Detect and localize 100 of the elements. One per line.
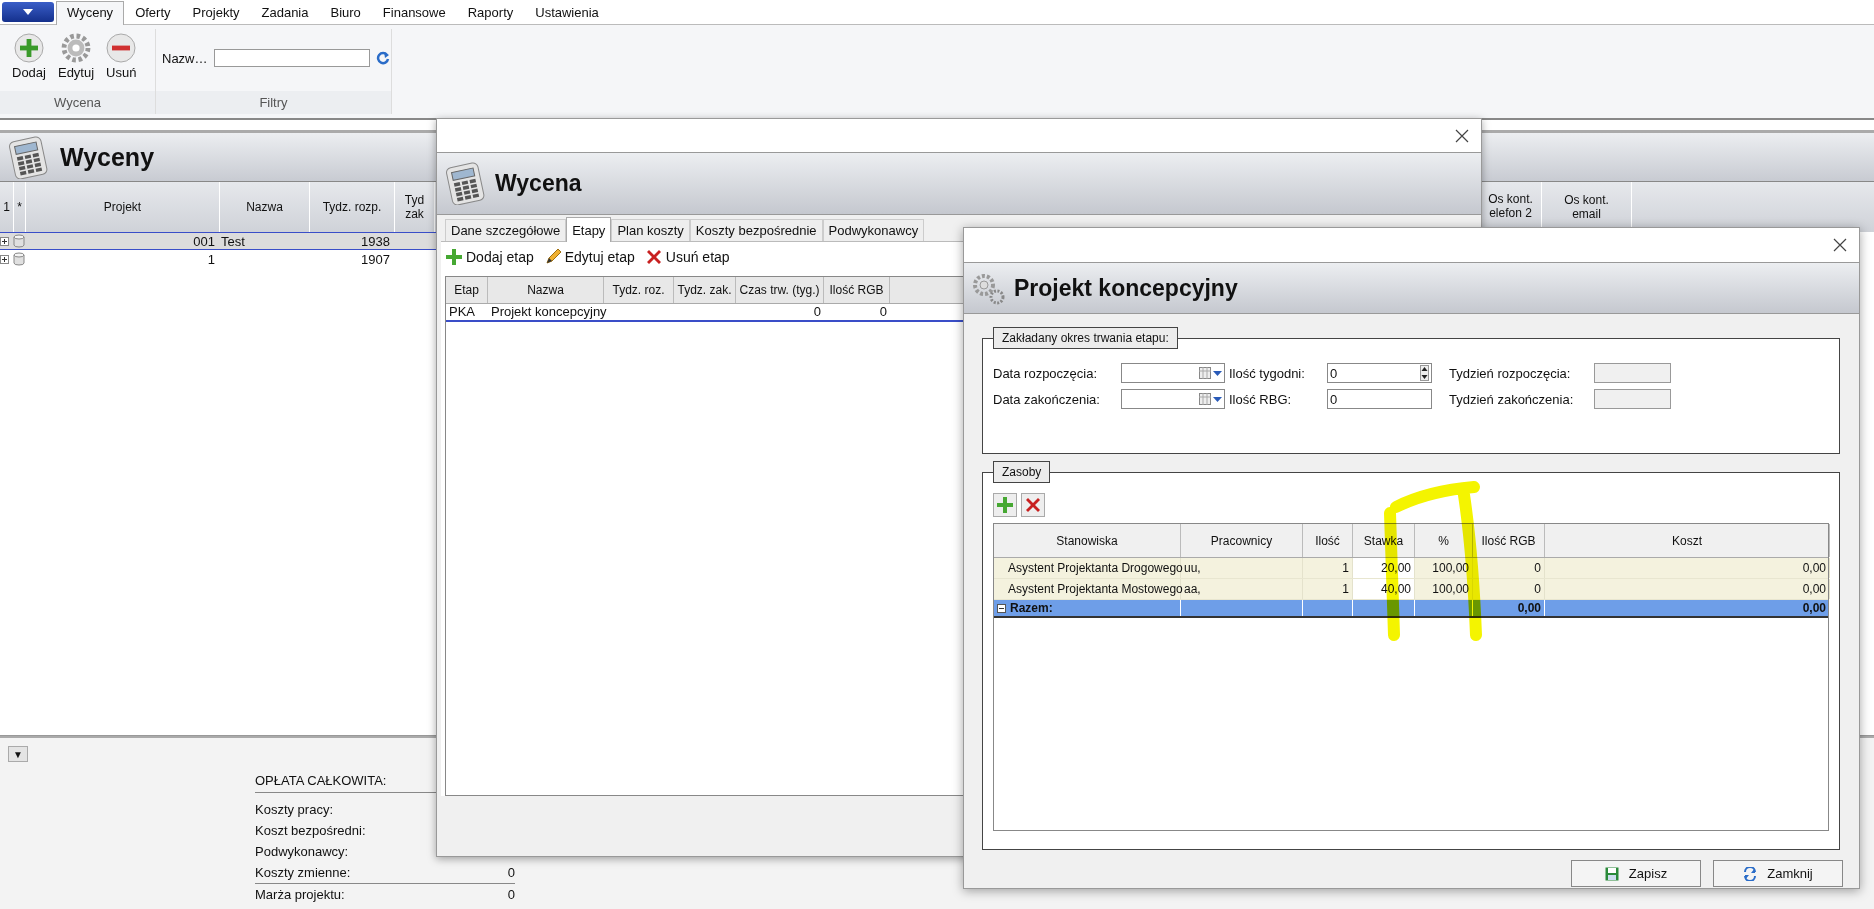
database-icon: [13, 234, 25, 248]
tab[interactable]: Podwykonawcy: [822, 218, 925, 241]
summary-label: Koszty zmienne:: [255, 865, 351, 880]
column-header: Ilość: [1303, 524, 1353, 557]
app-menu-button[interactable]: [2, 2, 54, 22]
table-cell-text: 0: [812, 304, 822, 320]
summary-value: 0: [507, 865, 515, 880]
plus-icon: [996, 496, 1014, 514]
cross-icon: [1024, 496, 1042, 514]
summary-label: Koszt bezpośredni:: [255, 823, 366, 838]
field-label: Tydzień zakończenia:: [1449, 391, 1575, 407]
table-cell: 0,00: [1545, 558, 1830, 578]
field-label: Data rozpoczęcia:: [993, 365, 1099, 381]
selected-row[interactable]: 001 Test 1938: [0, 232, 436, 250]
summary-heading: OPŁATA CAŁKOWITA:: [255, 772, 387, 788]
table-cell-text: 1907: [360, 251, 391, 267]
caret-icon: [1213, 396, 1222, 402]
tab[interactable]: Plan koszty: [611, 218, 690, 241]
close-icon[interactable]: [1455, 128, 1469, 143]
ribbon-tab[interactable]: Zadania: [250, 1, 320, 24]
collapse-icon[interactable]: [997, 603, 1006, 613]
group-title: Zasoby: [993, 461, 1051, 483]
table-cell: Asystent Projektanta Mostowego: [994, 579, 1181, 599]
summary-label: Marża projektu:: [255, 887, 345, 902]
summary-label: Podwykonawcy:: [255, 844, 349, 859]
table-cell-text: 1938: [360, 233, 391, 249]
expand-icon[interactable]: [0, 236, 9, 246]
ribbon-tab[interactable]: Finansowe: [371, 1, 457, 24]
group-title: Zakładany okres trwania etapu:: [993, 327, 1178, 349]
add-button[interactable]: Dodaj: [10, 31, 48, 82]
ribbon-tab[interactable]: Wyceny: [56, 1, 125, 25]
add-button[interactable]: [993, 493, 1017, 517]
refresh-icon[interactable]: [375, 51, 390, 65]
dialog-title: Projekt koncepcyjny: [1014, 274, 1238, 302]
group-label: Wycena: [0, 91, 155, 114]
calendar-icon: [1199, 393, 1211, 405]
pencil-icon: [543, 247, 562, 266]
tab[interactable]: Etapy: [566, 216, 612, 242]
total-label: Razem:: [1010, 601, 1053, 615]
column-header: Nazwa: [488, 276, 604, 303]
plus-icon: [445, 247, 463, 266]
field-label: Ilość tygodni:: [1229, 365, 1306, 381]
delete-button[interactable]: Usuń: [104, 31, 139, 82]
date-picker[interactable]: [1121, 363, 1225, 383]
tab[interactable]: Dane szczegółowe: [445, 218, 567, 241]
column-header: Tydz. zak.: [674, 276, 736, 303]
input-field[interactable]: 0: [1327, 389, 1432, 409]
plus-icon: [14, 33, 44, 63]
field-label: Data zakończenia:: [993, 391, 1101, 407]
ribbon-tab[interactable]: Projekty: [181, 1, 251, 24]
expand-icon[interactable]: [0, 254, 9, 264]
delete-stage-button[interactable]: Usuń etap: [644, 247, 730, 266]
column-header: Etap: [446, 276, 488, 303]
summary-label: Koszty pracy:: [255, 802, 334, 817]
tab[interactable]: Koszty bezpośrednie: [689, 218, 823, 241]
table-cell: Asystent Projektanta Drogowego: [994, 558, 1181, 578]
date-picker[interactable]: [1121, 389, 1225, 409]
close-button[interactable]: Zamknij: [1713, 860, 1843, 887]
delete-button[interactable]: [1021, 493, 1045, 517]
ribbon-tab[interactable]: Biuro: [319, 1, 372, 24]
table-cell-text: Test: [220, 233, 246, 249]
database-icon: [13, 252, 25, 266]
spinner-icon[interactable]: [1420, 365, 1429, 381]
gear-icon: [61, 33, 92, 63]
close-icon[interactable]: [1833, 238, 1847, 252]
ribbon-tab[interactable]: Raporty: [456, 1, 525, 24]
ribbon-tab[interactable]: Ustawienia: [524, 1, 610, 24]
button-label: Usuń: [106, 65, 137, 80]
table-cell-text: PKA: [448, 304, 476, 320]
summary-value: 0: [507, 887, 515, 902]
field-label: Ilość RBG:: [1229, 391, 1293, 407]
column-header: Stanowiska: [994, 524, 1181, 557]
number-field[interactable]: 0: [1327, 363, 1432, 383]
edit-button[interactable]: Edytuj: [55, 31, 97, 82]
table-cell-text: 0: [878, 304, 888, 320]
ribbon-tab[interactable]: Oferty: [124, 1, 182, 24]
table-cell-text: 001: [192, 233, 216, 249]
filter-label: Nazw…: [162, 50, 208, 66]
filter-field[interactable]: [213, 49, 370, 67]
column-header: Czas trw. (tyg.): [736, 276, 824, 303]
arrows-icon: [1743, 866, 1758, 881]
column-header: Ilość RGB: [1473, 524, 1545, 557]
dialog-title: Wycena: [495, 169, 582, 197]
collapse-button[interactable]: ▼: [8, 746, 28, 762]
button-label: Edytuj: [57, 65, 95, 80]
column-header: Pracownicy: [1181, 524, 1303, 557]
column-header: Koszt: [1545, 524, 1830, 557]
table-cell-text: 1: [206, 251, 216, 267]
add-stage-button[interactable]: Dodaj etap: [445, 247, 534, 266]
save-button[interactable]: Zapisz: [1571, 860, 1701, 887]
column-header: Tydz. roz.: [604, 276, 674, 303]
table-cell: 0,00: [1545, 600, 1830, 616]
calendar-icon: [1199, 367, 1211, 379]
caret-icon: [1213, 370, 1222, 376]
group-label: Filtry: [156, 91, 391, 114]
minus-icon: [106, 33, 137, 63]
table-cell: aa,: [1181, 579, 1303, 599]
table-cell: uu,: [1181, 558, 1303, 578]
field-label: Tydzień rozpoczęcia:: [1449, 365, 1572, 381]
edit-stage-button[interactable]: Edytuj etap: [543, 247, 635, 266]
